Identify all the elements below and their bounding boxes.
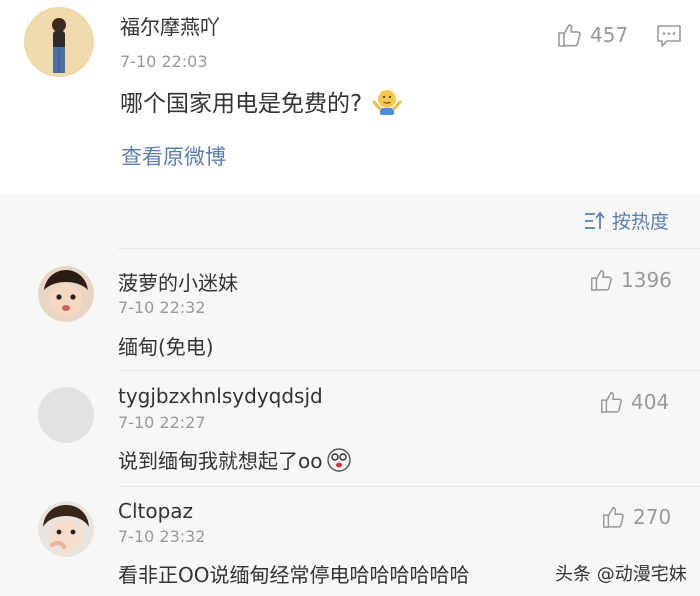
comment-content: 缅甸(免电) — [118, 331, 214, 360]
comment-time: 7-10 22:32 — [118, 298, 206, 317]
comment-like-count: 1396 — [621, 268, 672, 292]
post-time: 7-10 22:03 — [120, 52, 208, 71]
sort-icon — [585, 211, 605, 229]
post-like-button[interactable]: 457 — [556, 22, 628, 48]
sort-label: 按热度 — [612, 211, 670, 233]
comment-like-count: 270 — [633, 505, 672, 529]
avatar-illustration — [38, 501, 94, 557]
comment-like-button[interactable]: 1396 — [589, 268, 672, 292]
comment-content: 看非正OO说缅甸经常停电哈哈哈哈哈哈 — [118, 559, 469, 588]
comments-section — [0, 194, 700, 596]
comment-text: 缅甸(免电) — [118, 335, 214, 359]
comment-time: 7-10 23:32 — [118, 527, 206, 546]
thumbs-up-icon — [601, 392, 622, 413]
post-like-count: 457 — [590, 23, 629, 47]
comment-time: 7-10 22:27 — [118, 413, 206, 432]
thumbs-up-icon — [591, 270, 612, 291]
divider — [118, 248, 700, 249]
comment-author[interactable]: tygjbzxhnlsydyqdsjd — [118, 384, 323, 408]
comment-like-count: 404 — [631, 390, 670, 414]
post-author-avatar[interactable] — [24, 7, 94, 77]
comment-text: 看非正OO说缅甸经常停电哈哈哈哈哈哈 — [118, 563, 470, 587]
comment-like-button[interactable]: 404 — [599, 390, 669, 414]
watermark: 头条 @动漫宅妹 — [555, 564, 687, 585]
comment-avatar[interactable] — [38, 266, 94, 322]
shrug-emoji-icon — [372, 90, 402, 115]
thumbs-up-icon — [603, 507, 624, 528]
thumbs-up-icon — [558, 24, 581, 47]
comment-author[interactable]: Cltopaz — [118, 499, 193, 523]
avatar-illustration — [24, 7, 94, 77]
post-text: 哪个国家用电是免费的? — [120, 91, 363, 117]
comment-icon[interactable] — [656, 24, 682, 52]
dizzy-face-emoji-icon — [327, 447, 352, 472]
comment-like-button[interactable]: 270 — [601, 505, 671, 529]
sort-by-hot-button[interactable]: 按热度 — [584, 207, 669, 234]
post-author-name[interactable]: 福尔摩燕吖 — [120, 11, 220, 40]
view-original-link[interactable]: 查看原微博 — [121, 141, 226, 171]
comment-author[interactable]: 菠萝的小迷妹 — [118, 267, 238, 296]
comment-avatar[interactable] — [38, 387, 94, 443]
comment-avatar[interactable] — [38, 501, 94, 557]
comment-bubble-icon — [657, 25, 681, 47]
post-content: 哪个国家用电是免费的? — [120, 84, 402, 118]
comment-text: 说到缅甸我就想起了oo — [118, 449, 323, 473]
divider — [118, 370, 700, 371]
comment-content: 说到缅甸我就想起了oo — [118, 445, 352, 474]
avatar-illustration — [38, 266, 94, 322]
divider — [118, 486, 700, 487]
